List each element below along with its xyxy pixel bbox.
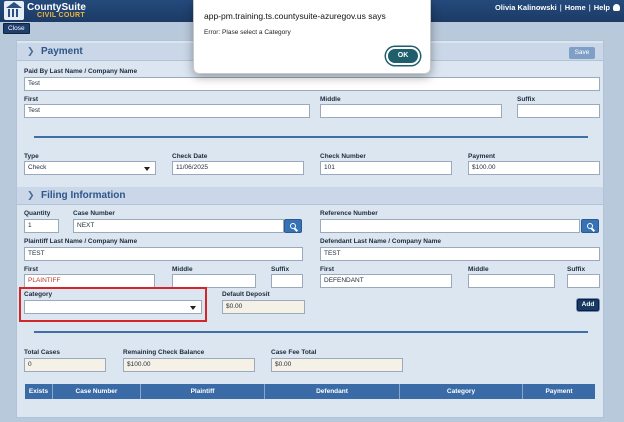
alert-dialog: app-pm.training.ts.countysuite-azuregov.… [193,0,431,74]
column-header-exists[interactable]: Exists [25,384,53,399]
quantity-input[interactable]: 1 [24,219,59,233]
defendant-middle-input[interactable] [468,274,555,288]
defendant-first-label: First [320,266,335,273]
defendant-suffix-label: Suffix [567,266,586,273]
home-link[interactable]: Home [565,3,586,12]
help-link[interactable]: Help [594,3,610,12]
check-date-input[interactable]: 11/06/2025 [172,161,304,175]
remaining-balance-label: Remaining Check Balance [123,349,205,356]
user-icon[interactable] [613,4,620,11]
defendant-first-input[interactable]: DEFENDANT [320,274,452,288]
category-highlight-box [19,287,207,322]
reference-number-input[interactable] [320,219,580,233]
plaintiff-suffix-label: Suffix [271,266,290,273]
total-cases-input[interactable]: 0 [24,358,106,372]
case-number-input[interactable]: NEXT [73,219,284,233]
defendant-last-label: Defendant Last Name / Company Name [320,238,442,245]
user-links: Olivia Kalinowski | Home | Help [495,3,620,12]
column-header-case-number[interactable]: Case Number [53,384,141,399]
reference-search-button[interactable] [581,219,599,233]
section-divider [34,136,588,138]
check-number-label: Check Number [320,153,366,160]
chevron-down-icon[interactable]: ❯ [27,46,35,57]
defendant-suffix-input[interactable] [567,274,600,288]
suffix-input[interactable] [517,104,600,118]
total-cases-label: Total Cases [24,349,61,356]
payment-amount-input[interactable]: $100.00 [468,161,600,175]
first-label: First [24,96,39,103]
default-deposit-label: Default Deposit [222,291,270,298]
check-date-label: Check Date [172,153,208,160]
column-header-defendant[interactable]: Defendant [265,384,400,399]
dialog-title: app-pm.training.ts.countysuite-azuregov.… [204,11,386,21]
case-fee-total-label: Case Fee Total [271,349,317,356]
chevron-down-icon[interactable]: ❯ [27,190,35,201]
save-button[interactable]: Save [569,47,595,59]
type-label: Type [24,153,39,160]
column-header-payment[interactable]: Payment [523,384,595,399]
filing-section-title: Filing Information [41,190,126,201]
add-button[interactable]: Add [577,299,599,311]
courthouse-logo [4,1,24,20]
payment-amount-label: Payment [468,153,496,160]
defendant-last-input[interactable]: TEST [320,247,600,261]
quantity-label: Quantity [24,210,51,217]
check-number-input[interactable]: 101 [320,161,452,175]
plaintiff-last-label: Plaintiff Last Name / Company Name [24,238,138,245]
section-divider [34,331,588,333]
plaintiff-last-input[interactable]: TEST [24,247,303,261]
plaintiff-middle-input[interactable] [172,274,256,288]
filing-section-header[interactable]: ❯ Filing Information [17,187,603,205]
case-number-label: Case Number [73,210,115,217]
column-header-category[interactable]: Category [400,384,523,399]
first-input[interactable]: Test [24,104,310,118]
close-button[interactable]: Close [3,23,30,34]
payment-section-title: Payment [41,46,83,57]
plaintiff-suffix-input[interactable] [271,274,303,288]
ok-button[interactable]: OK [386,47,420,65]
plaintiff-middle-label: Middle [172,266,193,273]
reference-number-label: Reference Number [320,210,378,217]
paid-by-label: Paid By Last Name / Company Name [24,68,138,75]
defendant-middle-label: Middle [468,266,489,273]
case-number-search-button[interactable] [284,219,302,233]
suffix-label: Suffix [517,96,536,103]
filings-table-header: Exists Case Number Plaintiff Defendant C… [25,384,595,399]
dialog-message: Error: Plase select a Category [204,29,291,36]
middle-label: Middle [320,96,341,103]
plaintiff-first-input[interactable]: PLAINTIFF [24,274,155,288]
plaintiff-first-label: First [24,266,39,273]
column-header-plaintiff[interactable]: Plaintiff [141,384,265,399]
type-select[interactable]: Check [24,161,156,175]
user-name: Olivia Kalinowski [494,3,557,12]
paid-by-input[interactable]: Test [24,77,600,91]
remaining-balance-input[interactable]: $100.00 [123,358,255,372]
default-deposit-input[interactable]: $0.00 [222,300,305,314]
brand-subtitle: CIVIL COURT [37,12,85,19]
main-panel: ❯ Payment Save Paid By Last Name / Compa… [16,40,604,418]
case-fee-total-input[interactable]: $0.00 [271,358,403,372]
middle-input[interactable] [320,104,502,118]
chevron-down-icon [144,167,150,171]
